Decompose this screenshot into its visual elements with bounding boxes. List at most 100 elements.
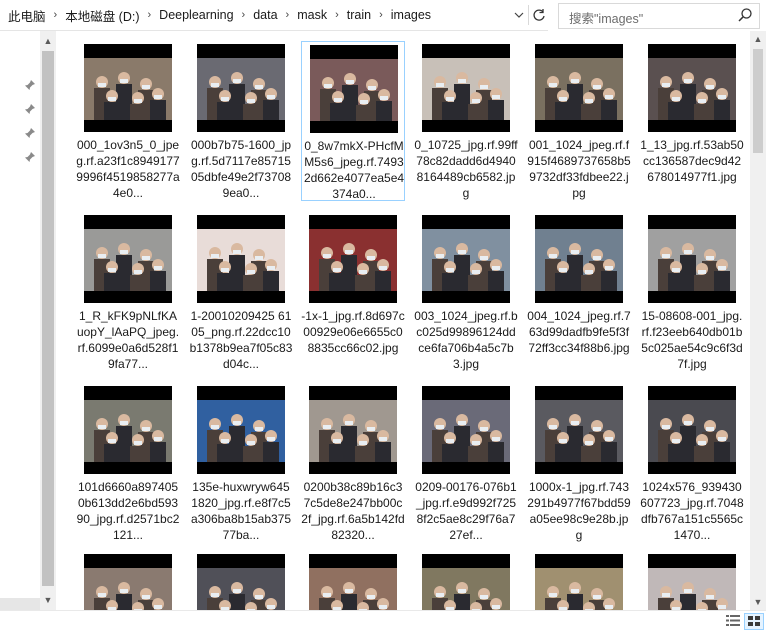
file-item[interactable]: 101d6660a8974050b613dd2e6bd59390_jpg.rf.…	[76, 383, 180, 543]
image-thumbnail	[197, 44, 285, 132]
file-item[interactable]: 15-08608-001_jpg.rf.f23eeb640db01b5c025a…	[640, 212, 744, 372]
pin-icon[interactable]	[24, 103, 36, 115]
breadcrumb-data[interactable]: data	[251, 8, 279, 22]
scroll-up-icon[interactable]: ▲	[750, 31, 766, 47]
file-item[interactable]: 135e-huxwryw6451820_jpg.rf.e8f7c5a306ba8…	[189, 383, 293, 543]
search-input[interactable]: 搜索"images"	[558, 3, 760, 29]
chevron-right-icon[interactable]: ›	[142, 9, 158, 21]
chevron-right-icon[interactable]: ›	[280, 9, 296, 21]
file-item[interactable]: 1_R_kFK9pNLfKAuopY_lAaPQ_jpeg.rf.6099e0a…	[76, 212, 180, 372]
image-thumbnail	[310, 45, 398, 133]
image-thumbnail	[648, 44, 736, 132]
breadcrumb-mask[interactable]: mask	[295, 8, 329, 22]
file-item[interactable]: 0209-00176-076b1_jpg.rf.e9d992f7258f2c5a…	[414, 383, 518, 543]
image-thumbnail	[648, 386, 736, 474]
file-item[interactable]: 1_13_jpg.rf.53ab50cc136587dec9d426780149…	[640, 41, 744, 201]
details-view-icon[interactable]	[724, 613, 742, 628]
large-icons-view-icon[interactable]	[744, 613, 764, 630]
image-thumbnail	[422, 386, 510, 474]
image-thumbnail	[535, 215, 623, 303]
file-item[interactable]: 004_1024_jpeg.rf.763d99dadfb9fe5f3f72ff3…	[527, 212, 631, 372]
nav-pane-hscroll[interactable]	[0, 598, 40, 610]
breadcrumb-train[interactable]: train	[345, 8, 373, 22]
file-item[interactable]: 0200b38c89b16c37c5de8e247bb00c2f_jpg.rf.…	[301, 383, 405, 543]
scrollbar-thumb[interactable]	[753, 49, 763, 153]
image-thumbnail	[535, 44, 623, 132]
file-name: 1000x-1_jpg.rf.743291b4977f67bdd59a05ee9…	[527, 480, 631, 542]
file-name: 0_8w7mkX-PHcfMM5s6_jpeg.rf.74932d662e407…	[303, 139, 405, 201]
file-name: 135e-huxwryw6451820_jpg.rf.e8f7c5a306ba8…	[190, 480, 292, 542]
file-name: 004_1024_jpeg.rf.763d99dadfb9fe5f3f72ff3…	[527, 309, 631, 355]
file-name: 1024x576_939430607723_jpg.rf.7048dfb767a…	[640, 480, 744, 542]
file-item[interactable]: 000b7b75-1600_jpg.rf.5d7117e8571505dbfe4…	[189, 41, 293, 201]
scroll-up-icon[interactable]: ▲	[40, 33, 56, 49]
file-item[interactable]: 0_8w7mkX-PHcfMM5s6_jpeg.rf.74932d662e407…	[301, 41, 405, 201]
file-name: 1_13_jpg.rf.53ab50cc136587dec9d426780149…	[640, 138, 744, 184]
file-item[interactable]: 003_1024_jpeg.rf.bc025d99896124ddce6fa70…	[414, 212, 518, 372]
status-bar	[0, 610, 766, 631]
refresh-icon[interactable]	[528, 5, 549, 25]
image-thumbnail	[648, 554, 736, 610]
search-icon[interactable]	[737, 7, 753, 23]
breadcrumb-deeplearning[interactable]: Deeplearning	[157, 8, 235, 22]
file-name: 000_1ov3n5_0_jpeg.rf.a23f1c89491779996f4…	[76, 138, 180, 200]
file-item[interactable]	[76, 551, 180, 610]
file-name: 000b7b75-1600_jpg.rf.5d7117e8571505dbfe4…	[190, 138, 292, 200]
image-thumbnail	[648, 215, 736, 303]
file-item[interactable]: -1x-1_jpg.rf.8d697c00929e06e6655c08835cc…	[301, 212, 405, 372]
image-thumbnail	[197, 386, 285, 474]
image-thumbnail	[422, 215, 510, 303]
file-item[interactable]: 000_1ov3n5_0_jpeg.rf.a23f1c89491779996f4…	[76, 41, 180, 201]
breadcrumb-images[interactable]: images	[389, 8, 433, 22]
scrollbar-thumb[interactable]	[42, 51, 54, 586]
scroll-down-icon[interactable]: ▼	[750, 594, 766, 610]
file-item[interactable]	[189, 551, 293, 610]
file-item[interactable]	[414, 551, 518, 610]
image-thumbnail	[309, 215, 397, 303]
file-name: 15-08608-001_jpg.rf.f23eeb640db01b5c025a…	[641, 309, 743, 371]
file-item[interactable]	[301, 551, 405, 610]
breadcrumb-drive-d[interactable]: 本地磁盘 (D:)	[63, 6, 141, 25]
image-thumbnail	[197, 554, 285, 610]
file-item[interactable]: 1000x-1_jpg.rf.743291b4977f67bdd59a05ee9…	[527, 383, 631, 543]
pin-icon[interactable]	[24, 151, 36, 163]
pin-icon[interactable]	[24, 79, 36, 91]
image-thumbnail	[422, 554, 510, 610]
file-item[interactable]	[527, 551, 631, 610]
image-thumbnail	[535, 386, 623, 474]
scroll-down-icon[interactable]: ▼	[40, 592, 56, 608]
file-name: 0200b38c89b16c37c5de8e247bb00c2f_jpg.rf.…	[301, 480, 405, 542]
file-item[interactable]: 001_1024_jpeg.rf.f915f4689737658b59732df…	[527, 41, 631, 201]
file-item[interactable]	[640, 551, 744, 610]
content-scrollbar[interactable]: ▲ ▼	[750, 31, 766, 610]
search-placeholder: 搜索"images"	[569, 12, 644, 26]
file-name: 001_1024_jpeg.rf.f915f4689737658b59732df…	[527, 138, 631, 200]
file-item[interactable]: 1-20010209425 6105_png.rf.22dcc10b1378b9…	[189, 212, 293, 372]
file-name: 1-20010209425 6105_png.rf.22dcc10b1378b9…	[189, 309, 293, 371]
address-bar[interactable]: 此电脑 › 本地磁盘 (D:) › Deeplearning › data › …	[0, 0, 548, 31]
image-thumbnail	[309, 554, 397, 610]
image-thumbnail	[422, 44, 510, 132]
file-item[interactable]: 0_10725_jpg.rf.99ff78c82dadd6d4940816448…	[414, 41, 518, 201]
chevron-down-icon[interactable]	[510, 5, 528, 25]
chevron-right-icon[interactable]: ›	[373, 9, 389, 21]
image-thumbnail	[197, 215, 285, 303]
file-name: 0_10725_jpg.rf.99ff78c82dadd6d4940816448…	[414, 138, 518, 200]
chevron-right-icon[interactable]: ›	[236, 9, 252, 21]
file-name: 1_R_kFK9pNLfKAuopY_lAaPQ_jpeg.rf.6099e0a…	[76, 309, 180, 371]
navigation-pane	[0, 31, 40, 598]
breadcrumb-this-pc[interactable]: 此电脑	[6, 6, 48, 25]
navigation-pane-scrollbar[interactable]: ▲ ▼	[40, 31, 56, 610]
file-item[interactable]: 1024x576_939430607723_jpg.rf.7048dfb767a…	[640, 383, 744, 543]
pin-icon[interactable]	[24, 127, 36, 139]
file-name: 003_1024_jpeg.rf.bc025d99896124ddce6fa70…	[414, 309, 518, 371]
image-thumbnail	[84, 386, 172, 474]
image-thumbnail	[535, 554, 623, 610]
image-thumbnail	[84, 554, 172, 610]
file-name: 101d6660a8974050b613dd2e6bd59390_jpg.rf.…	[76, 480, 180, 542]
image-thumbnail	[84, 44, 172, 132]
image-thumbnail	[309, 386, 397, 474]
breadcrumb: 此电脑 › 本地磁盘 (D:) › Deeplearning › data › …	[6, 0, 433, 30]
chevron-right-icon[interactable]: ›	[329, 9, 345, 21]
chevron-right-icon[interactable]: ›	[48, 9, 64, 21]
